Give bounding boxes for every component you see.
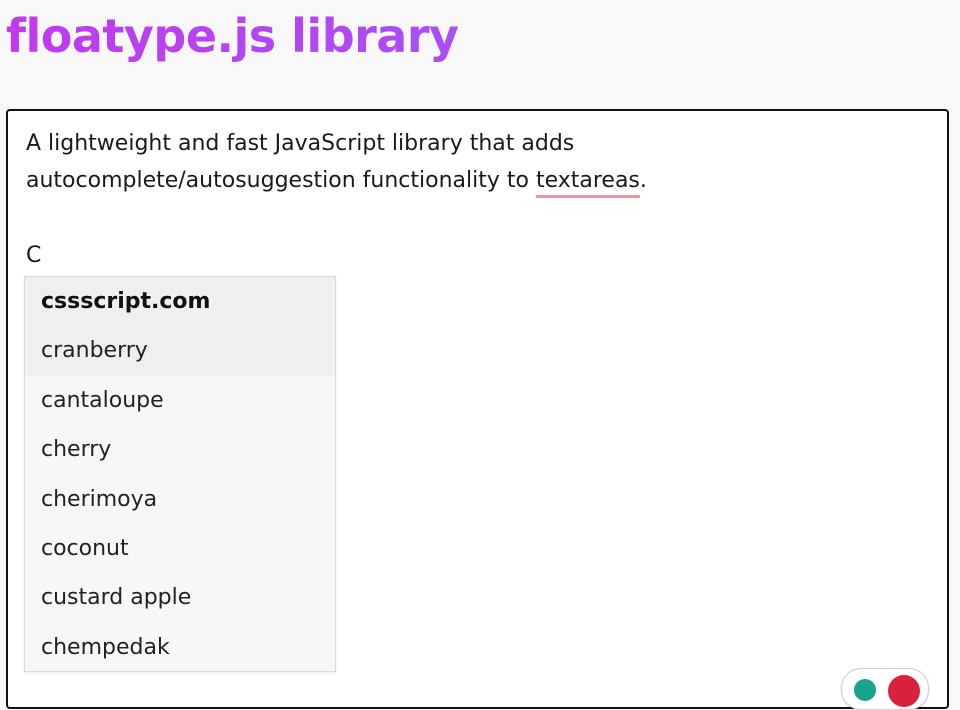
suggestion-item[interactable]: cherimoya xyxy=(25,475,335,524)
suggestion-item[interactable]: chempedak xyxy=(25,623,335,671)
typed-text: C xyxy=(26,243,42,268)
editor-text-end: . xyxy=(639,168,647,193)
suggestion-item[interactable]: custard apple xyxy=(25,573,335,622)
misspelled-word[interactable]: textareas xyxy=(536,168,640,193)
page-title: floatype.js library xyxy=(6,5,459,67)
editor-text-body: A lightweight and fast JavaScript librar… xyxy=(26,131,575,193)
grammarly-icon[interactable] xyxy=(854,679,876,701)
writing-assistant-widget[interactable] xyxy=(841,668,929,710)
suggestion-item[interactable]: coconut xyxy=(25,524,335,573)
suggestion-item[interactable]: cranberry xyxy=(25,326,335,376)
language-tool-icon[interactable] xyxy=(888,675,920,707)
suggestion-item[interactable]: cherry xyxy=(25,425,335,474)
editor-text: A lightweight and fast JavaScript librar… xyxy=(26,125,926,199)
suggestion-item[interactable]: cantaloupe xyxy=(25,376,335,425)
autocomplete-dropdown[interactable]: cssscript.com cranberry cantaloupe cherr… xyxy=(24,276,336,672)
suggestion-item[interactable]: cssscript.com xyxy=(25,277,335,327)
